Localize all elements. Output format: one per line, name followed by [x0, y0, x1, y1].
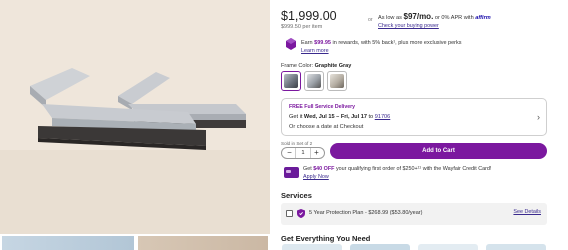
delivery-date-range: Wed, Jul 15 – Fri, Jul 17: [303, 114, 367, 120]
lounge-chairs-illustration: [0, 0, 270, 234]
frame-color-selected: Graphite Gray: [314, 63, 352, 69]
protection-plan-text: 5 Year Protection Plan - $268.99 ($53.80…: [309, 210, 423, 216]
recommendation-card[interactable]: [418, 244, 478, 250]
delivery-alternate: Or choose a date at Checkout: [289, 124, 364, 130]
credit-card-icon: [284, 167, 299, 178]
quantity-value[interactable]: 1: [295, 148, 311, 158]
zip-code-link[interactable]: 91706: [375, 114, 391, 120]
delivery-date-middle: to: [366, 114, 375, 120]
shield-icon: [297, 209, 305, 218]
quantity-increase-button[interactable]: +: [310, 148, 323, 158]
credit-card-offer: Get $40 OFF your qualifying first order …: [303, 166, 491, 172]
apply-now-link[interactable]: Apply Now: [303, 174, 329, 180]
frame-color-prefix: Frame Color:: [281, 63, 315, 69]
quantity-stepper: − 1 +: [281, 147, 325, 159]
delivery-date: Get it Wed, Jul 15 – Fri, Jul 17 to 9170…: [289, 114, 390, 120]
color-swatch[interactable]: [304, 71, 324, 91]
credit-amount: $40 OFF: [313, 166, 335, 172]
thumbnail-strip: [0, 236, 270, 250]
rewards-gem-icon: [286, 38, 296, 50]
recommendation-card[interactable]: [282, 244, 342, 250]
affirm-logo: affirm: [475, 15, 491, 21]
learn-more-link[interactable]: Learn more: [301, 48, 329, 54]
or-separator: or: [368, 17, 373, 23]
color-swatch-graphite-gray[interactable]: [281, 71, 301, 91]
free-delivery-label: FREE Full Service Delivery: [289, 104, 356, 110]
price: $1,999.00: [281, 9, 337, 23]
see-details-link[interactable]: See Details: [513, 209, 541, 215]
protection-plan-checkbox[interactable]: [286, 210, 293, 217]
product-image[interactable]: [0, 0, 270, 234]
rewards-suffix: in rewards, with 5% back¹, plus more exc…: [330, 40, 462, 46]
financing-offer: As low as $97/mo. or 0% APR with affirm: [378, 12, 491, 21]
price-per-item: $999.50 per item: [281, 24, 323, 30]
thumbnail-image[interactable]: [138, 236, 268, 250]
recommendation-card[interactable]: [486, 244, 546, 250]
rewards-prefix: Earn: [301, 40, 315, 46]
financing-suffix: or 0% APR with: [433, 15, 476, 21]
color-swatch[interactable]: [327, 71, 347, 91]
financing-amount: $97/mo.: [403, 12, 434, 21]
buying-power-link[interactable]: Check your buying power: [378, 23, 439, 29]
recommendation-card[interactable]: [350, 244, 410, 250]
services-heading: Services: [281, 191, 312, 200]
frame-color-label: Frame Color: Graphite Gray: [281, 63, 351, 69]
thumbnail-image[interactable]: [2, 236, 134, 250]
delivery-card[interactable]: FREE Full Service Delivery Get it Wed, J…: [281, 98, 547, 136]
chevron-right-icon: ›: [537, 112, 540, 122]
get-everything-heading: Get Everything You Need: [281, 234, 371, 243]
delivery-date-prefix: Get it: [289, 114, 304, 120]
add-to-cart-button[interactable]: Add to Cart: [330, 143, 547, 159]
rewards-offer: Earn $99.95 in rewards, with 5% back¹, p…: [301, 40, 462, 46]
credit-suffix: your qualifying first order of $250+¹¹ w…: [334, 166, 492, 172]
protection-plan-row[interactable]: 5 Year Protection Plan - $268.99 ($53.80…: [281, 203, 547, 225]
rewards-amount: $99.95: [314, 40, 331, 46]
financing-prefix: As low as: [378, 15, 404, 21]
sold-in-set-label: Sold in Set of 2: [281, 141, 313, 146]
credit-prefix: Get: [303, 166, 314, 172]
